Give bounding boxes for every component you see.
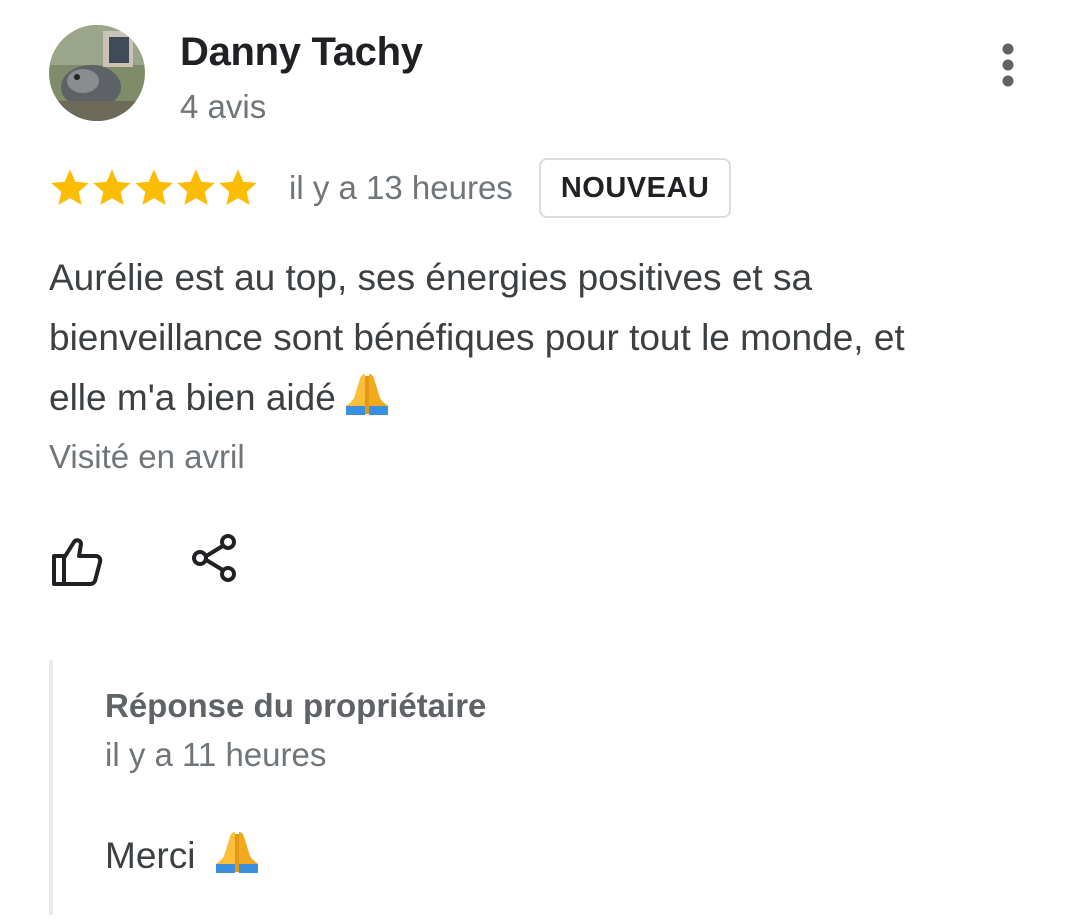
rating-row: il y a 13 heures NOUVEAU <box>49 157 732 219</box>
new-badge: NOUVEAU <box>538 158 732 218</box>
author-name[interactable]: Danny Tachy <box>180 30 423 75</box>
star-icon <box>51 169 89 206</box>
thumbs-up-icon <box>52 538 103 586</box>
star-icon <box>135 169 173 206</box>
folded-hands-emoji <box>214 830 260 883</box>
review-text: Aurélie est au top, ses énergies positiv… <box>49 248 949 434</box>
owner-reply-text-body: Merci <box>105 835 196 876</box>
review-text-body: Aurélie est au top, ses énergies positiv… <box>49 257 905 418</box>
owner-reply-title: Réponse du propriétaire <box>105 687 487 724</box>
review-timestamp: il y a 13 heures <box>289 169 513 206</box>
star-icon <box>219 169 257 206</box>
share-icon <box>192 534 236 582</box>
author-review-count: 4 avis <box>180 88 267 125</box>
avatar[interactable] <box>49 25 145 121</box>
owner-reply-timestamp: il y a 11 heures <box>105 736 327 773</box>
star-icon <box>177 169 215 206</box>
owner-reply-text: Merci <box>105 830 260 883</box>
owner-reply: Réponse du propriétaire il y a 11 heures… <box>49 660 1053 915</box>
more-options-button[interactable] <box>990 40 1026 90</box>
review-card: Danny Tachy 4 avis il y a 13 heures NOUV… <box>0 0 1080 921</box>
more-vertical-icon <box>1002 43 1014 87</box>
star-rating <box>49 168 259 208</box>
like-button[interactable] <box>44 534 108 590</box>
share-button[interactable] <box>186 532 246 586</box>
visit-info: Visité en avril <box>49 438 245 475</box>
star-icon <box>93 169 131 206</box>
folded-hands-emoji <box>344 372 390 434</box>
